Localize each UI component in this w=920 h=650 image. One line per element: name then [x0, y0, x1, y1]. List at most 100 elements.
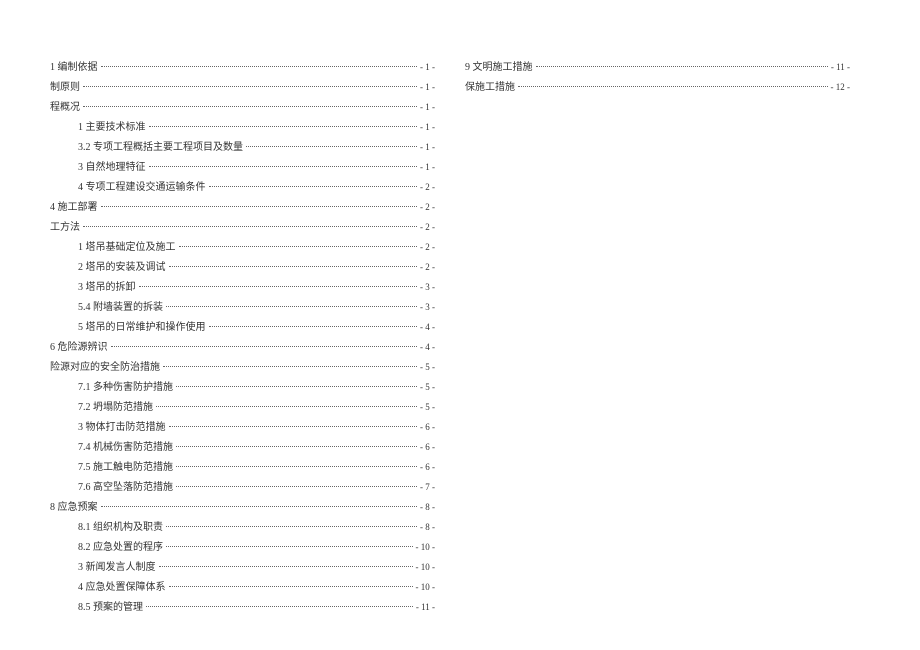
toc-label: 8.5 预案的管理 [78, 600, 143, 616]
toc-leader-dots [209, 326, 418, 327]
toc-entry: 程概况 - 1 - [50, 100, 435, 116]
toc-leader-dots [176, 446, 417, 447]
toc-entry: 6 危险源辨识 - 4 - [50, 340, 435, 356]
toc-entry: 4 专项工程建设交通运输条件 - 2 - [50, 180, 435, 196]
toc-label: 3 新闻发言人制度 [78, 560, 156, 576]
toc-leader-dots [163, 366, 417, 367]
toc-leader-dots [101, 206, 418, 207]
toc-entry: 3 自然地理特征 - 1 - [50, 160, 435, 176]
toc-label: 5.4 附墙装置的拆装 [78, 300, 163, 316]
toc-page-number: - 5 - [420, 360, 435, 374]
toc-page-number: - 7 - [420, 480, 435, 494]
toc-page-number: - 1 - [420, 140, 435, 154]
toc-leader-dots [169, 266, 418, 267]
toc-page-number: - 11 - [831, 60, 850, 74]
toc-entry: 制原则 - 1 - [50, 80, 435, 96]
toc-label: 7.1 多种伤害防护措施 [78, 380, 173, 396]
toc-label: 3.2 专项工程概括主要工程项目及数量 [78, 140, 243, 156]
toc-entry: 4 施工部署 - 2 - [50, 200, 435, 216]
toc-leader-dots [166, 526, 417, 527]
toc-entry: 7.6 高空坠落防范措施- 7 - [50, 480, 435, 496]
toc-label: 8.1 组织机构及职责 [78, 520, 163, 536]
toc-entry: 7.1 多种伤害防护措施 - 5 - [50, 380, 435, 396]
toc-column-left: 1 编制依据- 1 -制原则- 1 -程概况- 1 -1 主要技术标准- 1 -… [50, 60, 465, 610]
toc-leader-dots [169, 586, 413, 587]
toc-page-number: - 1 - [420, 120, 435, 134]
toc-leader-dots [83, 86, 417, 87]
toc-label: 4 施工部署 [50, 200, 98, 216]
toc-page-number: - 6 - [420, 420, 435, 434]
toc-leader-dots [111, 346, 418, 347]
toc-page-number: - 1 - [420, 100, 435, 114]
toc-leader-dots [169, 426, 418, 427]
toc-page-number: - 12 - [831, 80, 851, 94]
toc-page-number: - 5 - [420, 400, 435, 414]
toc-label: 工方法 [50, 220, 80, 236]
toc-page-number: - 2 - [420, 180, 435, 194]
toc-entry: 4 应急处置保障体系 - 10 - [50, 580, 435, 596]
toc-page-number: - 11 - [416, 600, 435, 614]
toc-leader-dots [518, 86, 828, 87]
toc-label: 7.2 坍塌防范措施 [78, 400, 153, 416]
toc-page-number: - 1 - [420, 60, 435, 74]
toc-entry: 险源对应的安全防治措施 - 5 - [50, 360, 435, 376]
toc-column-right: 9 文明施工措施 - 11 - 保施工措施 - 12 - [465, 60, 880, 610]
toc-page-number: - 10 - [416, 560, 436, 574]
toc-page-number: - 5 - [420, 380, 435, 394]
toc-entry: 1 编制依据 - 1 - [50, 60, 435, 76]
toc-label: 3 自然地理特征 [78, 160, 146, 176]
toc-page-number: - 2 - [420, 260, 435, 274]
toc-label: 6 危险源辨识 [50, 340, 108, 356]
toc-label: 7.5 施工触电防范措施 [78, 460, 173, 476]
toc-page-number: - 8 - [420, 500, 435, 514]
toc-label: 8.2 应急处置的程序 [78, 540, 163, 556]
toc-leader-dots [83, 106, 417, 107]
toc-leader-dots [156, 406, 417, 407]
toc-leader-dots [166, 306, 417, 307]
toc-leader-dots [179, 246, 418, 247]
toc-entry: 8.2 应急处置的程序- 10 - [50, 540, 435, 556]
toc-leader-dots [139, 286, 418, 287]
toc-entry: 保施工措施 - 12 - [465, 80, 850, 96]
toc-entry: 3 新闻发言人制度 - 10 - [50, 560, 435, 576]
toc-entry: 8.5 预案的管理 - 11 - [50, 600, 435, 616]
toc-entry: 2 塔吊的安装及调试 - 2 - [50, 260, 435, 276]
toc-entry: 5 塔吊的日常维护和操作使用- 4 - [50, 320, 435, 336]
toc-label: 8 应急预案 [50, 500, 98, 516]
toc-entry: 9 文明施工措施 - 11 - [465, 60, 850, 76]
toc-label: 程概况 [50, 100, 80, 116]
toc-leader-dots [83, 226, 417, 227]
toc-label: 1 塔吊基础定位及施工 [78, 240, 176, 256]
toc-label: 险源对应的安全防治措施 [50, 360, 160, 376]
toc-entry: 5.4 附墙装置的拆装 - 3 - [50, 300, 435, 316]
toc-entry: 7.2 坍塌防范措施 - 5 - [50, 400, 435, 416]
toc-page-number: - 3 - [420, 300, 435, 314]
toc-page-number: - 2 - [420, 220, 435, 234]
toc-leader-dots [149, 126, 418, 127]
toc-page-number: - 2 - [420, 200, 435, 214]
toc-page-number: - 2 - [420, 240, 435, 254]
toc-label: 1 编制依据 [50, 60, 98, 76]
toc-page-number: - 10 - [416, 580, 436, 594]
toc-label: 3 塔吊的拆卸 [78, 280, 136, 296]
toc-label: 4 应急处置保障体系 [78, 580, 166, 596]
toc-page-number: - 4 - [420, 340, 435, 354]
toc-label: 9 文明施工措施 [465, 60, 533, 76]
toc-leader-dots [101, 506, 418, 507]
toc-leader-dots [146, 606, 413, 607]
toc-page-number: - 1 - [420, 80, 435, 94]
toc-page-number: - 1 - [420, 160, 435, 174]
toc-entry: 1 塔吊基础定位及施工 - 2 - [50, 240, 435, 256]
toc-page-number: - 6 - [420, 440, 435, 454]
toc-page-number: - 4 - [420, 320, 435, 334]
toc-leader-dots [101, 66, 418, 67]
toc-leader-dots [166, 546, 413, 547]
toc-label: 制原则 [50, 80, 80, 96]
toc-entry: 8 应急预案 - 8 - [50, 500, 435, 516]
toc-label: 7.4 机械伤害防范措施 [78, 440, 173, 456]
toc-label: 4 专项工程建设交通运输条件 [78, 180, 206, 196]
toc-entry: 7.5 施工触电防范措施- 6 - [50, 460, 435, 476]
toc-label: 2 塔吊的安装及调试 [78, 260, 166, 276]
toc-label: 保施工措施 [465, 80, 515, 96]
toc-entry: 3 物体打击防范措施- 6 - [50, 420, 435, 436]
